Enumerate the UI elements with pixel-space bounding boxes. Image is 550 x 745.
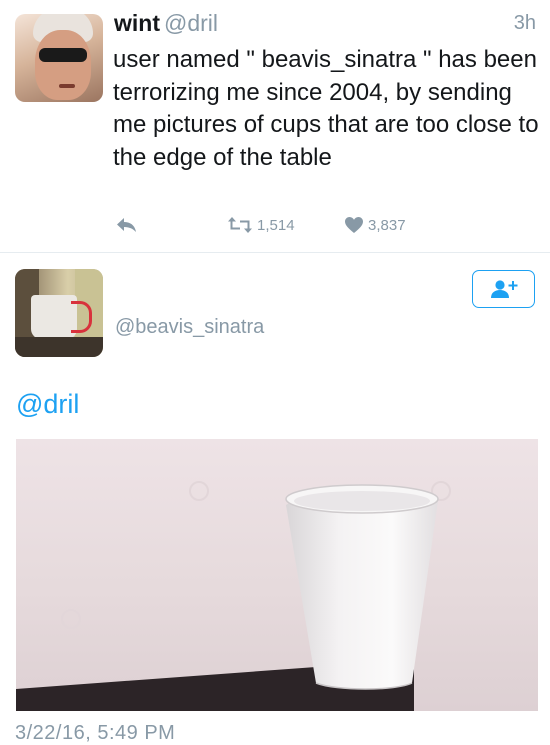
tweet-text: user named " beavis_sinatra " has been t…: [113, 46, 539, 171]
reply-icon: [117, 218, 136, 232]
heart-icon: [345, 217, 363, 233]
tweet-datetime: 3/22/16, 5:49 PM: [15, 722, 176, 744]
avatar-mouth: [59, 84, 75, 88]
like-count: 3,837: [368, 216, 406, 234]
cup-on-table-image: [16, 481, 451, 711]
author-handle[interactable]: @dril: [164, 10, 218, 36]
avatar-mug-handle: [71, 301, 92, 333]
display-name[interactable]: wint: [114, 10, 160, 36]
avatar-face: [35, 30, 91, 100]
wint-avatar[interactable]: [15, 14, 103, 102]
avatar-sunglasses: [39, 48, 87, 62]
retweet-count: 1,514: [257, 216, 295, 234]
mention-link[interactable]: @dril: [16, 389, 79, 420]
retweet-button[interactable]: 1,514: [227, 216, 295, 234]
like-button[interactable]: 3,837: [344, 216, 406, 234]
author-line[interactable]: wint @dril: [114, 10, 218, 37]
tweet-time[interactable]: 3h: [514, 12, 536, 35]
reply-button[interactable]: [116, 216, 138, 234]
reply-author-handle[interactable]: @beavis_sinatra: [115, 316, 264, 339]
cup-photo[interactable]: [16, 439, 538, 711]
original-tweet: wint @dril 3h user named " beavis_sinatra…: [0, 0, 550, 253]
avatar-table: [15, 337, 103, 357]
beavis-sinatra-avatar[interactable]: [15, 269, 103, 357]
follow-button[interactable]: [472, 270, 535, 308]
add-user-icon: [490, 280, 517, 298]
retweet-icon: [228, 217, 252, 233]
